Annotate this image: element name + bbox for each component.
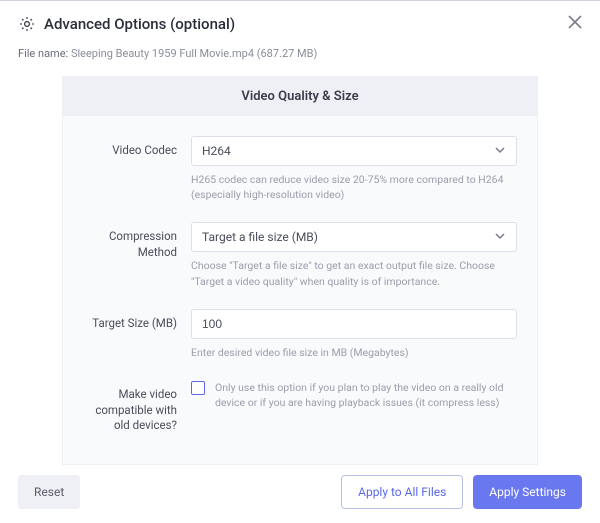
close-button[interactable] bbox=[568, 15, 582, 29]
compression-method-label: Compression Method bbox=[83, 222, 191, 260]
modal-footer: Reset Apply to All Files Apply Settings bbox=[18, 475, 582, 509]
compat-checkbox-row: Only use this option if you plan to play… bbox=[191, 380, 517, 410]
chevron-down-icon bbox=[494, 144, 506, 159]
file-name-label: File name: bbox=[18, 47, 68, 60]
compression-method-value: Target a file size (MB) bbox=[202, 230, 318, 244]
compat-text: Only use this option if you plan to play… bbox=[215, 380, 517, 410]
compression-method-row: Compression Method Target a file size (M… bbox=[83, 222, 517, 302]
compat-label: Make video compatible with old devices? bbox=[83, 380, 191, 434]
modal-header: Advanced Options (optional) bbox=[18, 15, 582, 33]
panel-body: Video Codec H264 H265 codec can reduce v… bbox=[63, 116, 537, 464]
panel-title: Video Quality & Size bbox=[63, 77, 537, 116]
target-size-row: Target Size (MB) Enter desired video fil… bbox=[83, 309, 517, 374]
advanced-options-modal: Advanced Options (optional) File name: S… bbox=[0, 1, 600, 465]
compat-row: Make video compatible with old devices? … bbox=[83, 380, 517, 434]
gear-icon bbox=[18, 15, 36, 33]
chevron-down-icon bbox=[494, 230, 506, 245]
video-codec-row: Video Codec H264 H265 codec can reduce v… bbox=[83, 136, 517, 216]
video-codec-label: Video Codec bbox=[83, 136, 191, 159]
footer-right: Apply to All Files Apply Settings bbox=[341, 475, 582, 509]
target-size-hint: Enter desired video file size in MB (Meg… bbox=[191, 345, 517, 360]
video-codec-select[interactable]: H264 bbox=[191, 136, 517, 166]
file-name-value: Sleeping Beauty 1959 Full Movie.mp4 (687… bbox=[71, 47, 317, 60]
file-name-row: File name: Sleeping Beauty 1959 Full Mov… bbox=[18, 47, 582, 60]
modal-title: Advanced Options (optional) bbox=[44, 15, 235, 33]
reset-button[interactable]: Reset bbox=[18, 475, 80, 509]
compat-checkbox[interactable] bbox=[191, 381, 205, 395]
apply-settings-button[interactable]: Apply Settings bbox=[473, 475, 582, 509]
video-codec-hint: H265 codec can reduce video size 20-75% … bbox=[191, 172, 517, 202]
compression-method-select[interactable]: Target a file size (MB) bbox=[191, 222, 517, 252]
video-codec-value: H264 bbox=[202, 144, 231, 158]
target-size-input-wrap bbox=[191, 309, 517, 339]
apply-all-button[interactable]: Apply to All Files bbox=[341, 475, 463, 509]
target-size-label: Target Size (MB) bbox=[83, 309, 191, 332]
target-size-input[interactable] bbox=[202, 317, 506, 331]
compression-method-hint: Choose "Target a file size" to get an ex… bbox=[191, 258, 517, 288]
quality-panel: Video Quality & Size Video Codec H264 H2… bbox=[62, 76, 538, 465]
